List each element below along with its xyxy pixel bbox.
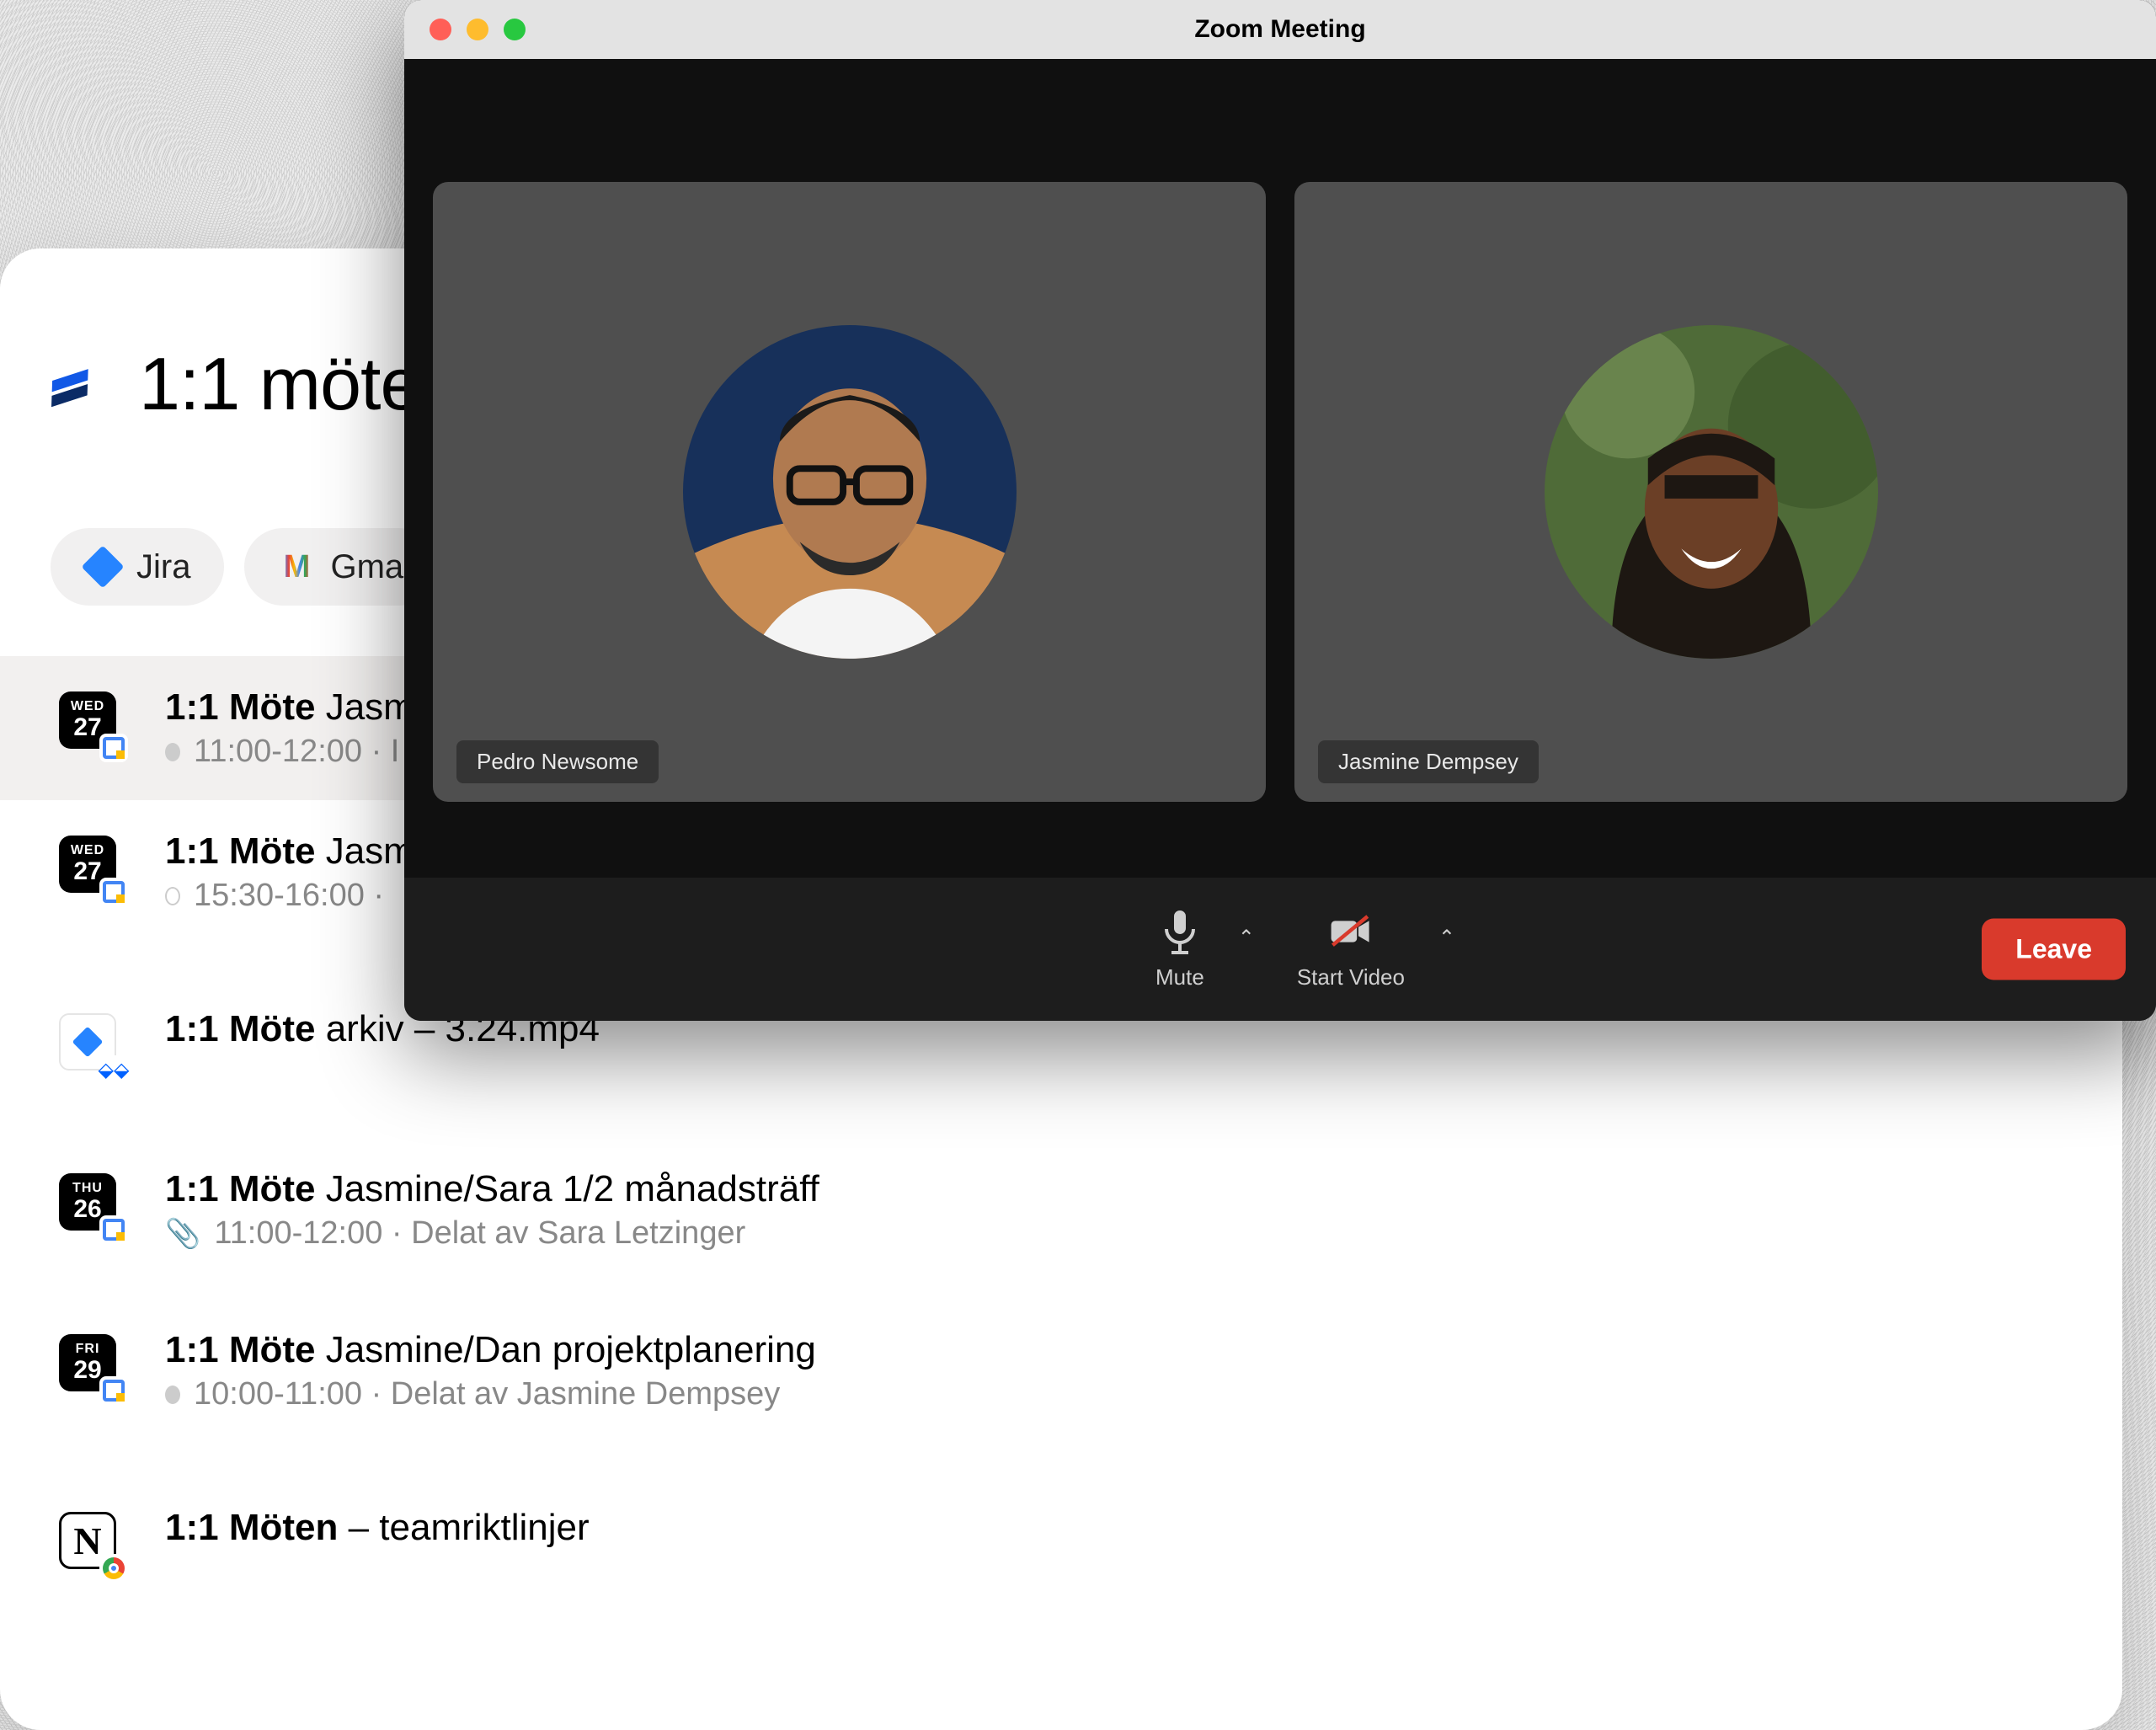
jira-icon (84, 548, 121, 585)
chevron-up-icon[interactable]: ⌃ (1438, 926, 1455, 950)
item-title: 1:1 Möten – teamriktlinjer (165, 1507, 2055, 1549)
google-calendar-badge-icon (101, 1378, 126, 1403)
dropbox-badge-icon: ⬙⬙ (101, 1057, 126, 1082)
list-item[interactable]: THU 26 1:1 Möte Jasmine/Sara 1/2 månadst… (51, 1138, 2055, 1282)
calendar-icon: FRI 29 (59, 1334, 120, 1395)
mute-button[interactable]: Mute ⌃ (1155, 909, 1204, 990)
notion-icon: N (59, 1512, 120, 1572)
item-title: 1:1 Möte Jasmine/Sara 1/2 månadsträff (165, 1168, 2055, 1210)
list-item[interactable]: FRI 29 1:1 Möte Jasmine/Dan projektplane… (51, 1299, 2055, 1443)
chip-label: Gma (330, 548, 403, 586)
chip-label: Jira (136, 548, 190, 586)
chrome-badge-icon (101, 1556, 126, 1581)
google-calendar-badge-icon (101, 879, 126, 905)
calendar-icon: WED 27 (59, 691, 120, 752)
app-logo-icon (51, 355, 109, 414)
close-window-icon[interactable] (430, 19, 451, 40)
video-tile[interactable]: Jasmine Dempsey (1294, 182, 2127, 802)
item-meta: 📎 11:00-12:00 · Delat av Sara Letzinger (165, 1215, 2055, 1252)
item-meta: 10:00-11:00 · Delat av Jasmine Dempsey (165, 1376, 2055, 1412)
gmail-icon: M (278, 548, 315, 585)
status-dot-icon (165, 1386, 180, 1404)
list-item[interactable]: N 1:1 Möten – teamriktlinjer (51, 1476, 2055, 1603)
window-titlebar[interactable]: Zoom Meeting (404, 0, 2156, 59)
video-grid: Pedro Newsome Jasmine Dempsey (404, 59, 2156, 878)
participant-avatar (1545, 325, 1878, 659)
status-dot-icon (165, 743, 180, 761)
zoom-toolbar: Mute ⌃ Start Video ⌃ Leave (404, 878, 2156, 1021)
microphone-icon (1157, 909, 1203, 954)
jira-icon (72, 1027, 104, 1058)
traffic-lights (430, 19, 526, 40)
google-calendar-badge-icon (101, 1217, 126, 1242)
zoom-window: Zoom Meeting Pedro Newsome (404, 0, 2156, 1021)
participant-avatar (683, 325, 1017, 659)
start-video-button[interactable]: Start Video ⌃ (1297, 909, 1405, 990)
status-dot-outline-icon (165, 887, 180, 905)
participant-name: Pedro Newsome (456, 740, 659, 783)
video-tile[interactable]: Pedro Newsome (433, 182, 1266, 802)
attachment-icon: 📎 (165, 1217, 200, 1251)
chevron-up-icon[interactable]: ⌃ (1238, 926, 1255, 950)
calendar-icon: WED 27 (59, 836, 120, 896)
file-icon: ⬙⬙ (59, 1013, 120, 1074)
leave-button[interactable]: Leave (1982, 919, 2126, 980)
maximize-window-icon[interactable] (504, 19, 526, 40)
calendar-icon: THU 26 (59, 1173, 120, 1234)
google-calendar-badge-icon (101, 735, 126, 761)
item-title: 1:1 Möte Jasmine/Dan projektplanering (165, 1329, 2055, 1371)
video-off-icon (1328, 909, 1374, 954)
chip-jira[interactable]: Jira (51, 528, 224, 606)
participant-name: Jasmine Dempsey (1318, 740, 1539, 783)
window-title: Zoom Meeting (404, 15, 2156, 44)
minimize-window-icon[interactable] (467, 19, 488, 40)
